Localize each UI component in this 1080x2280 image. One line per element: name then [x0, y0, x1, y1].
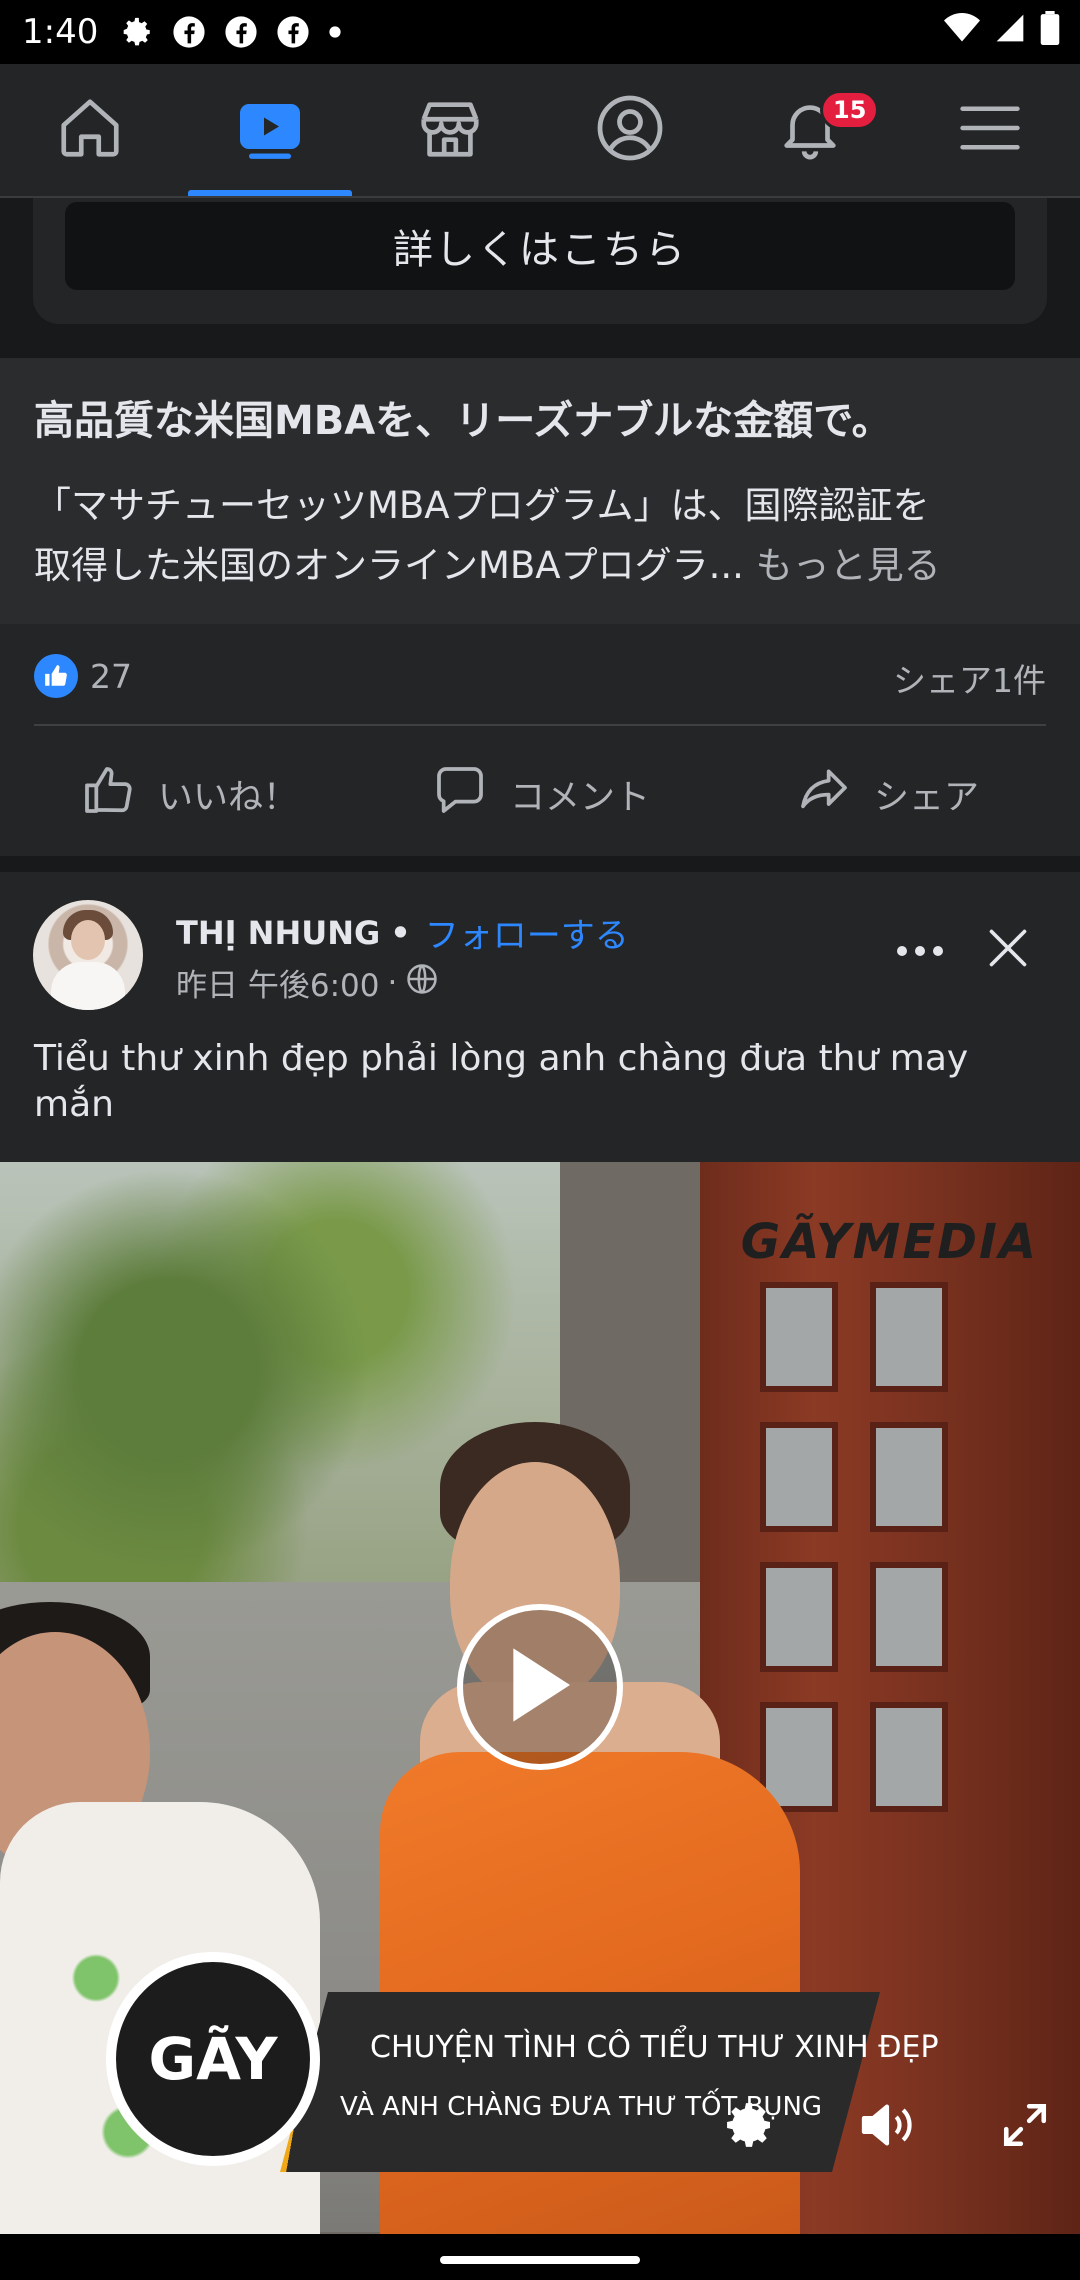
thumbs-up-icon [80, 762, 136, 827]
comment-button-label: コメント [510, 777, 651, 818]
comment-button[interactable]: コメント [432, 754, 650, 834]
play-button[interactable] [457, 1604, 623, 1770]
wifi-icon [944, 12, 980, 52]
reactions-bar: 27 シェア1件 いいね！ コメント シェア [0, 624, 1080, 856]
fullscreen-button[interactable] [990, 2092, 1060, 2162]
status-bar: 1:40 [0, 0, 1080, 64]
hamburger-menu-icon [957, 103, 1023, 157]
video-settings-button[interactable] [714, 2092, 784, 2162]
like-button[interactable]: いいね！ [80, 754, 298, 834]
share-button-label: シェア [874, 777, 980, 818]
profile-icon [594, 92, 666, 168]
author-avatar[interactable] [33, 900, 143, 1010]
like-reaction-icon [34, 654, 78, 698]
divider [34, 724, 1046, 726]
share-button[interactable]: シェア [796, 754, 979, 834]
post-meta: 昨日 午後6:00 · [176, 960, 439, 1005]
speaker-volume-icon [857, 2097, 917, 2157]
share-count[interactable]: シェア1件 [893, 654, 1046, 702]
globe-public-icon [405, 962, 439, 1004]
video-player[interactable]: GÃYMEDIA GÃY CHUYỆN TÌNH CÔ TIỂU THƯ XIN… [0, 1162, 1080, 2234]
author-separator: • [390, 913, 411, 952]
video-title-banner: GÃY CHUYỆN TÌNH CÔ TIỂU THƯ XINH ĐẸP VÀ … [100, 1952, 980, 2222]
gear-icon [721, 2097, 777, 2157]
cell-signal-icon [994, 12, 1026, 53]
meta-separator: · [387, 964, 398, 1001]
gesture-navigation-handle[interactable] [440, 2256, 640, 2264]
ad-description-line2: 取得した米国のオンラインMBAプログラ... [34, 544, 744, 587]
notification-badge: 15 [820, 90, 880, 130]
status-time: 1:40 [22, 12, 99, 52]
volume-button[interactable] [852, 2092, 922, 2162]
video-post: THỊ NHUNG • フォローする 昨日 午後6:00 · Tiểu thư … [0, 872, 1080, 2234]
post-author-row: THỊ NHUNG • フォローする [176, 908, 629, 957]
like-count-value: 27 [90, 656, 132, 696]
nav-home-tab[interactable] [0, 64, 180, 196]
feed-separator [0, 856, 1080, 872]
like-button-label: いいね！ [158, 777, 299, 818]
settings-gear-icon [120, 15, 154, 49]
ad-description-line1: 「マサチューセッツMBAプログラム」は、国際認証を [34, 484, 930, 527]
ad-text-block: 高品質な米国MBAを、リーズナブルな金額で。 「マサチューセッツMBAプログラム… [0, 358, 1080, 624]
learn-more-button[interactable]: 詳しくはこちら [65, 202, 1015, 290]
comment-bubble-icon [432, 762, 488, 827]
marketplace-shop-icon [415, 93, 485, 167]
hide-post-button[interactable] [980, 922, 1036, 978]
battery-icon [1040, 10, 1060, 54]
home-icon [55, 93, 125, 167]
nav-profile-tab[interactable] [540, 64, 720, 196]
facebook-notification-icon [276, 15, 310, 49]
post-options-button[interactable] [890, 932, 950, 972]
video-play-icon [234, 92, 306, 168]
post-caption: Tiểu thư xinh đẹp phải lòng anh chàng đư… [34, 1038, 969, 1125]
ad-headline: 高品質な米国MBAを、リーズナブルな金額で。 [34, 398, 892, 444]
ad-card-media-section: 詳しくはこちら [0, 198, 1080, 358]
follow-button[interactable]: フォローする [425, 908, 629, 957]
banner-logo: GÃY [106, 1952, 320, 2166]
expand-fullscreen-icon [1000, 2100, 1050, 2154]
top-navigation-bar: 15 [0, 64, 1080, 198]
ad-description: 「マサチューセッツMBAプログラム」は、国際認証を 取得した米国のオンラインMB… [34, 476, 1054, 596]
nav-marketplace-tab[interactable] [360, 64, 540, 196]
facebook-notification-icon [224, 15, 258, 49]
facebook-notification-icon [172, 15, 206, 49]
play-icon [505, 1645, 575, 1729]
banner-line1: CHUYỆN TÌNH CÔ TIỂU THƯ XINH ĐẸP [370, 2030, 939, 2065]
like-count[interactable]: 27 [34, 654, 132, 698]
nav-notifications-tab[interactable]: 15 [720, 64, 900, 196]
share-arrow-icon [796, 762, 852, 827]
more-dots-icon [895, 943, 945, 962]
see-more-link[interactable]: もっと見る [756, 544, 941, 587]
more-notifications-dot-icon [328, 25, 342, 39]
close-icon [986, 926, 1030, 974]
post-timestamp[interactable]: 昨日 午後6:00 [176, 960, 379, 1005]
nav-menu-tab[interactable] [900, 64, 1080, 196]
nav-watch-tab[interactable] [180, 64, 360, 196]
author-name[interactable]: THỊ NHUNG [176, 914, 380, 952]
video-watermark: GÃYMEDIA [740, 1214, 1038, 1270]
